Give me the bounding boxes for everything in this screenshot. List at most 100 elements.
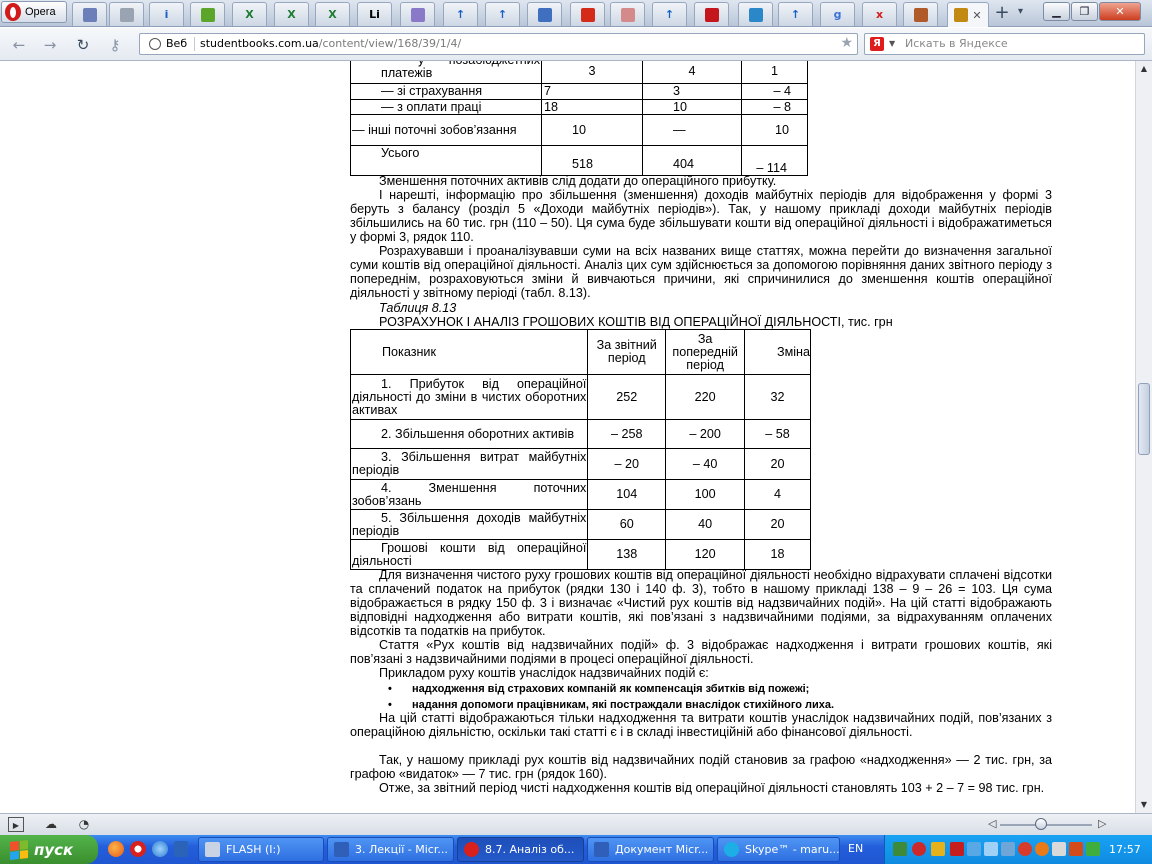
firefox-icon[interactable] (108, 841, 124, 857)
browser-tab[interactable] (400, 2, 435, 26)
taskbar-button[interactable]: 8.7. Аналіз об... (457, 837, 584, 862)
display-icon[interactable] (984, 842, 998, 856)
address-field[interactable]: Веб studentbooks.com.ua/content/view/168… (139, 33, 858, 55)
info-icon: i (164, 7, 169, 21)
address-scheme-label: Веб (166, 37, 188, 50)
bullet-icon: • (388, 699, 392, 711)
tab-bar: Opera i X X X Li ↑ ↑ ↑ ↑ g x ✕ + ▾ ▁ ❐ ✕ (0, 0, 1152, 27)
search-engine-dropdown-icon[interactable]: ▼ (889, 39, 895, 48)
network-icon[interactable] (967, 842, 981, 856)
zoom-slider-knob[interactable] (1035, 818, 1048, 830)
taskbar-button-label: FLASH (I:) (226, 843, 281, 856)
key-icon[interactable]: ⚷ (105, 35, 125, 55)
browser-tab[interactable]: x (862, 2, 897, 26)
browser-tab[interactable]: X (315, 2, 350, 26)
back-arrow-icon[interactable]: ← (9, 35, 29, 55)
restore-button[interactable]: ❐ (1071, 2, 1098, 21)
address-separator (194, 37, 195, 51)
windows-taskbar: пуск FLASH (I:) 3. Лекції - Micr... 8.7. А… (0, 835, 1152, 864)
paragraph: Розрахувавши і проаналізувавши суми на в… (350, 244, 1052, 300)
acrobat-icon[interactable] (950, 842, 964, 856)
opera-icon[interactable] (130, 841, 146, 857)
browser-tab[interactable] (527, 2, 562, 26)
scroll-down-arrow-icon[interactable]: ▼ (1136, 797, 1152, 813)
security-icon[interactable] (931, 842, 945, 856)
table-cell: 40 (665, 509, 746, 540)
bullet-icon: • (388, 683, 392, 695)
taskbar-button[interactable]: Документ Micr... (587, 837, 714, 862)
opera-logo-icon (5, 3, 21, 21)
table-cell: – 8 (741, 99, 808, 115)
start-button[interactable]: пуск (0, 835, 98, 864)
browser-tab[interactable] (610, 2, 645, 26)
skype-icon (724, 842, 739, 857)
scrollbar-thumb[interactable] (1138, 383, 1150, 455)
volume-icon[interactable] (1052, 842, 1066, 856)
table-cell: 4. Зменшення поточних зобов’язань (352, 480, 587, 508)
browser-tab[interactable]: ↑ (443, 2, 478, 26)
zoom-out-icon[interactable]: ◁ (988, 817, 996, 830)
antivirus-icon[interactable] (912, 842, 926, 856)
window-icon (410, 7, 425, 22)
speed-dial-icon[interactable]: ◔ (76, 817, 92, 832)
alert-icon[interactable] (1018, 842, 1032, 856)
browser-tab[interactable]: g (820, 2, 855, 26)
search-field[interactable]: Я ▼ Искать в Яндексе (864, 33, 1145, 55)
browser-tab[interactable]: ✕ (947, 2, 989, 27)
scroll-up-arrow-icon[interactable]: ▲ (1136, 61, 1152, 77)
tray-app-icon[interactable] (1069, 842, 1083, 856)
taskbar-button[interactable]: FLASH (I:) (198, 837, 324, 862)
browser-tab[interactable]: X (232, 2, 267, 26)
browser-tab[interactable] (109, 2, 144, 26)
language-indicator[interactable]: EN (848, 842, 863, 855)
table-cell: 1. Прибуток від операційної діяльності д… (352, 376, 587, 417)
tab-list-button[interactable]: ▾ (1018, 6, 1023, 17)
show-desktop-icon[interactable] (174, 841, 188, 857)
excel-icon: X (245, 7, 254, 21)
browser-tab[interactable] (738, 2, 773, 26)
new-tab-button[interactable]: + (992, 4, 1012, 24)
vertical-scrollbar[interactable]: ▲ ▼ (1135, 61, 1152, 813)
zoom-in-icon[interactable]: ▷ (1098, 817, 1106, 830)
browser-tab[interactable] (903, 2, 938, 26)
browser-tab[interactable]: i (149, 2, 184, 26)
close-tab-icon[interactable]: ✕ (972, 9, 981, 22)
cash-flow-table: Показник За звітний період За попередній… (349, 329, 811, 570)
internet-explorer-icon[interactable] (152, 841, 168, 857)
search-placeholder: Искать в Яндексе (905, 37, 1008, 50)
table-cell: 10 (741, 114, 808, 146)
taskbar-button[interactable]: Skype™ - maru... (717, 837, 840, 862)
yandex-icon[interactable]: Я (870, 37, 884, 51)
browser-tab[interactable] (72, 2, 107, 26)
address-path: /content/view/168/39/1/4/ (318, 37, 462, 50)
browser-tab[interactable] (694, 2, 729, 26)
navigation-bar: ← → ↻ ⚷ Веб studentbooks.com.ua/content/… (0, 28, 1152, 61)
bookmark-star-icon[interactable]: ★ (840, 35, 853, 51)
browser-tab[interactable]: ↑ (652, 2, 687, 26)
browser-tab[interactable] (190, 2, 225, 26)
opera-menu-label: Opera (25, 6, 56, 18)
panel-toggle-icon[interactable]: ▶ (8, 817, 24, 832)
browser-tab[interactable]: X (274, 2, 309, 26)
minimize-button[interactable]: ▁ (1043, 2, 1070, 21)
tray-app-icon[interactable] (1086, 842, 1100, 856)
browser-tab[interactable]: Li (357, 2, 392, 26)
browser-tab[interactable]: ↑ (485, 2, 520, 26)
red-logo-icon (580, 7, 595, 22)
close-window-button[interactable]: ✕ (1099, 2, 1141, 21)
cloud-icon[interactable]: ☁ (43, 817, 59, 832)
upload-arrow-icon: ↑ (664, 7, 675, 21)
connection-icon[interactable] (1001, 842, 1015, 856)
table-cell: 518 (541, 145, 643, 176)
reload-icon[interactable]: ↻ (73, 35, 93, 55)
browser-tab[interactable] (570, 2, 605, 26)
taskbar-button[interactable]: 3. Лекції - Micr... (327, 837, 454, 862)
forward-arrow-icon[interactable]: → (40, 35, 60, 55)
browser-tab[interactable]: ↑ (778, 2, 813, 26)
opera-menu-button[interactable]: Opera (1, 1, 67, 23)
status-bar: ▶ ☁ ◔ ◁ ▷ (0, 813, 1152, 835)
update-icon[interactable] (1035, 842, 1049, 856)
table-cell: 2. Збільшення оборотних активів (381, 426, 575, 441)
shield-icon[interactable] (893, 842, 907, 856)
word-icon (334, 842, 349, 857)
